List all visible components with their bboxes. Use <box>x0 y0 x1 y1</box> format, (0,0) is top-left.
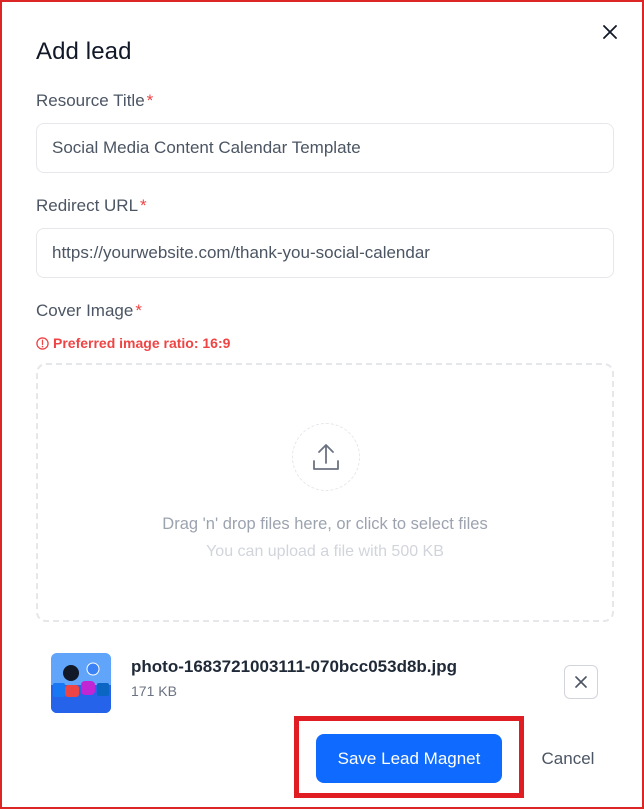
cancel-button[interactable]: Cancel <box>528 734 608 783</box>
add-lead-dialog: Add lead Resource Title * Social Media Co… <box>0 0 644 809</box>
required-mark: * <box>146 91 154 110</box>
uploaded-file-row: photo-1683721003111-070bcc053d8b.jpg 171… <box>51 653 601 713</box>
required-mark: * <box>135 301 142 320</box>
close-icon <box>603 25 617 39</box>
redirect-url-input[interactable]: https://yourwebsite.com/thank-you-social… <box>36 228 614 278</box>
file-size: 171 KB <box>131 683 177 699</box>
redirect-url-label: Redirect URL * <box>36 196 147 216</box>
file-dropzone[interactable]: Drag 'n' drop files here, or click to se… <box>36 363 614 622</box>
image-ratio-hint: Preferred image ratio: 16:9 <box>36 335 230 351</box>
dialog-title: Add lead <box>36 38 132 65</box>
redirect-url-value: https://yourwebsite.com/thank-you-social… <box>52 243 430 262</box>
resource-title-value: Social Media Content Calendar Template <box>52 138 361 157</box>
resource-title-input[interactable]: Social Media Content Calendar Template <box>36 123 614 173</box>
dropzone-text: Drag 'n' drop files here, or click to se… <box>162 515 488 533</box>
dropzone-subtext: You can upload a file with 500 KB <box>206 543 444 560</box>
upload-icon-wrapper <box>292 423 360 491</box>
save-lead-magnet-button[interactable]: Save Lead Magnet <box>316 734 502 783</box>
social-media-thumbnail-image <box>51 653 111 713</box>
remove-file-button[interactable] <box>564 665 598 699</box>
required-mark: * <box>140 196 147 215</box>
upload-icon <box>313 444 339 470</box>
close-button[interactable] <box>598 20 622 44</box>
file-name: photo-1683721003111-070bcc053d8b.jpg <box>131 657 458 676</box>
image-ratio-hint-text: Preferred image ratio: 16:9 <box>53 335 231 351</box>
redirect-url-label-text: Redirect URL <box>36 196 139 215</box>
info-icon <box>36 336 49 350</box>
file-thumbnail <box>51 653 111 713</box>
close-icon <box>575 676 587 688</box>
cover-image-label-text: Cover Image <box>36 301 134 320</box>
resource-title-label-text: Resource Title <box>36 91 145 110</box>
resource-title-label: Resource Title * <box>36 91 153 111</box>
cover-image-label: Cover Image * <box>36 301 142 321</box>
